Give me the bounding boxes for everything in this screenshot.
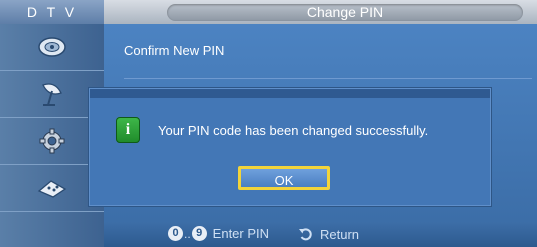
return-arrow-icon	[299, 228, 312, 241]
divider	[124, 78, 532, 79]
key-nine-icon: 9	[191, 226, 207, 241]
success-dialog: i Your PIN code has been changed success…	[89, 88, 491, 206]
dialog-header-strip	[90, 89, 490, 98]
antenna-icon	[42, 83, 62, 106]
title-bar: D T V Change PIN	[0, 0, 537, 24]
satellite-dish-icon	[38, 37, 66, 57]
key-range-separator: ..	[184, 226, 191, 241]
enter-pin-label: Enter PIN	[212, 226, 270, 241]
hint-bar: 0 .. 9 Enter PIN Return	[104, 222, 537, 247]
return-hint[interactable]: Return	[298, 226, 359, 242]
return-label: Return	[320, 226, 360, 242]
ok-button[interactable]: OK	[238, 166, 330, 190]
key-zero-icon: 0	[168, 226, 183, 241]
confirm-pin-label: Confirm New PIN	[124, 43, 225, 58]
page-title: Change PIN	[167, 4, 523, 21]
tv-menu-screen: D T V Change PIN Confirm New PIN i Your …	[0, 0, 537, 247]
sidebar-item-channel[interactable]	[0, 24, 104, 71]
enter-pin-hint: 0 .. 9 Enter PIN	[168, 226, 269, 241]
gear-icon	[39, 128, 65, 154]
source-label: D T V	[0, 0, 104, 24]
remote-control-icon	[37, 180, 67, 198]
info-icon: i	[116, 117, 140, 143]
dialog-message: Your PIN code has been changed successfu…	[158, 123, 429, 138]
